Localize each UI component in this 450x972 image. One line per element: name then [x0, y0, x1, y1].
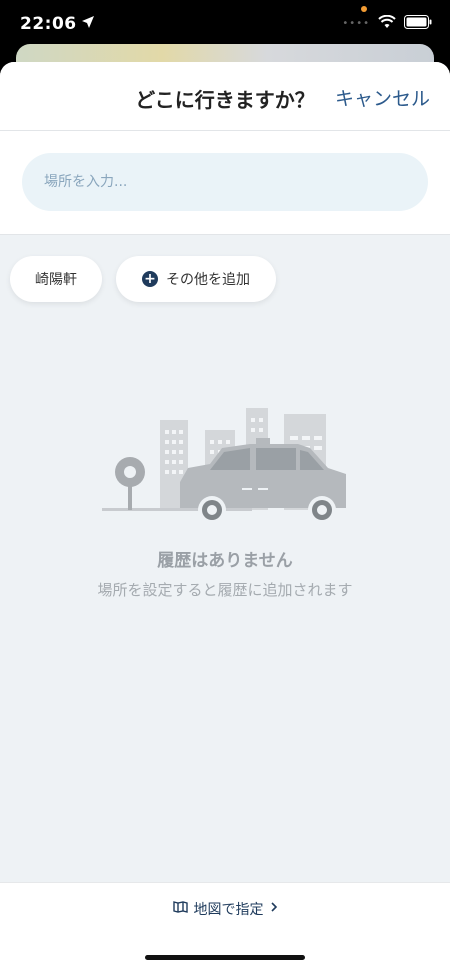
cancel-button[interactable]: キャンセル: [335, 84, 430, 111]
battery-icon: [404, 14, 432, 33]
cellular-icon: ••••: [342, 17, 370, 29]
chip-label: その他を追加: [166, 272, 250, 288]
plus-icon: +: [142, 271, 158, 287]
status-bar: 22:06 ••••: [0, 0, 450, 48]
wifi-icon: [378, 14, 396, 33]
map-icon: [172, 901, 188, 917]
divider: [0, 234, 450, 235]
time-text: 22:06: [20, 14, 77, 34]
status-time: 22:06: [20, 14, 95, 34]
chevron-right-icon: [270, 901, 278, 917]
empty-state-title: 履歴はありません: [157, 551, 293, 571]
location-arrow-icon: [81, 14, 95, 34]
sheet-header: どこに行きますか？ キャンセル: [0, 62, 450, 234]
favorite-chip[interactable]: 崎陽軒: [10, 256, 102, 302]
destination-sheet: どこに行きますか？ キャンセル 崎陽軒 + その他を追加: [0, 62, 450, 972]
chip-label: 崎陽軒: [35, 272, 77, 288]
empty-state-subtitle: 場所を設定すると履歴に追加されます: [97, 581, 353, 599]
status-icons: ••••: [342, 14, 432, 32]
map-link-label: 地図で指定: [193, 902, 264, 918]
search-input[interactable]: [22, 153, 428, 211]
select-on-map-button[interactable]: 地図で指定: [0, 899, 450, 919]
privacy-indicator-dot: [361, 6, 367, 12]
home-indicator: [145, 955, 305, 960]
add-more-chip[interactable]: + その他を追加: [116, 256, 276, 302]
divider: [0, 130, 450, 131]
bottom-bar: 地図で指定: [0, 882, 450, 972]
empty-state-illustration: [100, 400, 350, 528]
